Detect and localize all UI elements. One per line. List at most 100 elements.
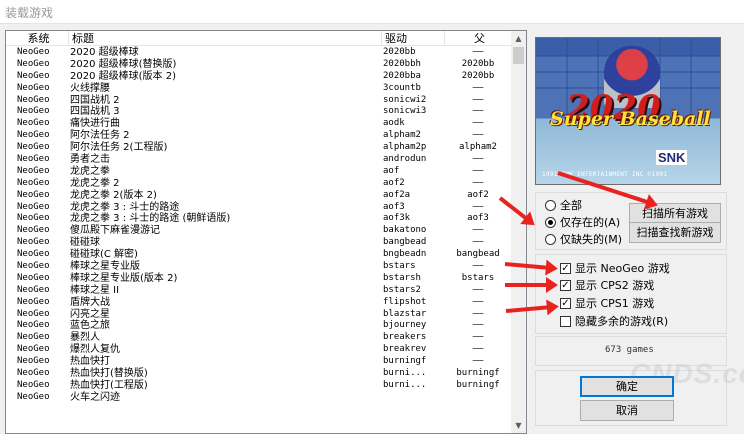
cell-system: NeoGeo — [17, 58, 50, 69]
window-title: 装载游戏 — [5, 6, 54, 20]
cell-title: 2020 超级棒球 — [70, 47, 139, 58]
cell-parent: bstars — [461, 272, 495, 283]
vertical-scrollbar[interactable]: ▲ ▼ — [511, 31, 526, 433]
radio-missing-indicator[interactable] — [545, 233, 556, 245]
cell-driver: bngbeadn — [383, 249, 427, 260]
checkbox-neogeo[interactable]: ✓ 显示 NeoGeo 游戏 — [560, 260, 670, 276]
list-item[interactable]: NeoGeo 闪亮之星 blazstar —— — [6, 309, 511, 321]
list-item[interactable]: NeoGeo 碰碰球 bangbead —— — [6, 237, 511, 249]
cell-driver: sonicwi2 — [383, 94, 427, 105]
list-item[interactable]: NeoGeo 龙虎之拳 3 : 斗士的路途 aof3 —— — [6, 202, 511, 214]
list-item[interactable]: NeoGeo 热血快打(工程版) burni... burningf — [6, 380, 511, 392]
checkbox-neogeo-box[interactable]: ✓ — [560, 262, 571, 274]
radio-all-indicator[interactable] — [545, 199, 556, 211]
cell-parent: —— — [472, 201, 484, 212]
scroll-down-icon[interactable]: ▼ — [511, 418, 526, 433]
cell-parent: aof2 — [467, 189, 489, 200]
list-item[interactable]: NeoGeo 热血快打 burningf —— — [6, 356, 511, 368]
list-item[interactable]: NeoGeo 2020 超级棒球(替换版) 2020bbh 2020bb — [6, 59, 511, 71]
cell-system: NeoGeo — [17, 189, 50, 200]
cell-title: 盾牌大战 — [70, 296, 110, 308]
cancel-button[interactable]: 取消 — [580, 400, 674, 421]
list-item[interactable]: NeoGeo 阿尔法任务 2 alpham2 —— — [6, 130, 511, 142]
checkbox-cps2-box[interactable]: ✓ — [560, 279, 571, 291]
list-item[interactable]: NeoGeo 暴烈人 breakers —— — [6, 332, 511, 344]
list-item[interactable]: NeoGeo 龙虎之拳 aof —— — [6, 166, 511, 178]
list-item[interactable]: NeoGeo 爆烈人复仇 breakrev —— — [6, 344, 511, 356]
cell-system: NeoGeo — [17, 70, 50, 81]
cell-system: NeoGeo — [17, 332, 50, 343]
cell-system: NeoGeo — [17, 154, 50, 165]
radio-available-indicator[interactable] — [545, 216, 556, 228]
radio-available[interactable]: 仅存在的(A) — [545, 214, 620, 230]
arrow-icon — [505, 277, 558, 293]
cell-title: 傻瓜殿下麻雀漫游记 — [70, 225, 160, 237]
column-header-title[interactable]: 标题 — [69, 31, 382, 46]
list-item[interactable]: NeoGeo 蓝色之旅 bjourney —— — [6, 320, 511, 332]
list-item[interactable]: NeoGeo 痛快进行曲 aodk —— — [6, 118, 511, 130]
cell-parent: —— — [472, 94, 484, 105]
list-item[interactable]: NeoGeo 龙虎之拳 2(版本 2) aof2a aof2 — [6, 190, 511, 202]
cell-driver: aof3 — [383, 201, 405, 212]
checkbox-cps2[interactable]: ✓ 显示 CPS2 游戏 — [560, 277, 654, 293]
list-item[interactable]: NeoGeo 碰碰球(C 解密) bngbeadn bangbead — [6, 249, 511, 261]
cell-title: 龙虎之拳 3 : 斗士的路途 (朝鲜语版) — [70, 213, 231, 225]
radio-missing[interactable]: 仅缺失的(M) — [545, 231, 622, 247]
cell-driver: breakers — [383, 332, 427, 343]
cell-title: 2020 超级棒球(替换版) — [70, 58, 177, 70]
cell-system: NeoGeo — [17, 201, 50, 212]
list-item[interactable]: NeoGeo 热血快打(替换版) burni... burningf — [6, 368, 511, 380]
scan-new-button[interactable]: 扫描查找新游戏 — [629, 222, 721, 243]
list-item[interactable]: NeoGeo 四国战机 3 sonicwi3 —— — [6, 106, 511, 118]
checkbox-cps1[interactable]: ✓ 显示 CPS1 游戏 — [560, 295, 654, 311]
list-item[interactable]: NeoGeo 火线撑腰 3countb —— — [6, 83, 511, 95]
radio-all[interactable]: 全部 — [545, 197, 582, 213]
list-item[interactable]: NeoGeo 火车之闪迹 — [6, 392, 511, 404]
cell-title: 碰碰球 — [70, 237, 100, 249]
checkbox-hide-label: 隐藏多余的游戏(R) — [575, 315, 669, 328]
game-list[interactable]: 系统 标题 驱动 父 NeoGeo 2020 超级棒球 2020bb —— NeoGeo… — [5, 30, 527, 434]
scan-all-button[interactable]: 扫描所有游戏 — [629, 203, 721, 224]
list-item[interactable]: NeoGeo 2020 超级棒球(版本 2) 2020bba 2020bb — [6, 71, 511, 83]
checkbox-hide-box[interactable] — [560, 315, 571, 327]
column-header-driver[interactable]: 驱动 — [382, 31, 445, 46]
cell-system: NeoGeo — [17, 177, 50, 188]
cell-parent: 2020bb — [461, 70, 495, 81]
cell-title: 暴烈人 — [70, 332, 100, 344]
cell-parent: —— — [472, 177, 484, 188]
list-item[interactable]: NeoGeo 龙虎之拳 3 : 斗士的路途 (朝鲜语版) aof3k aof3 — [6, 213, 511, 225]
cell-driver: 2020bbh — [383, 58, 421, 69]
list-item[interactable]: NeoGeo 棒球之星专业版 bstars —— — [6, 261, 511, 273]
cell-title: 火线撑腰 — [70, 82, 110, 94]
scroll-thumb[interactable] — [513, 47, 524, 64]
list-item[interactable]: NeoGeo 阿尔法任务 2(工程版) alpham2p alpham2 — [6, 142, 511, 154]
cell-parent: alpham2 — [459, 142, 497, 153]
list-item[interactable]: NeoGeo 四国战机 2 sonicwi2 —— — [6, 95, 511, 107]
cell-title: 龙虎之拳 3 : 斗士的路途 — [70, 201, 180, 213]
list-item[interactable]: NeoGeo 勇者之击 androdun —— — [6, 154, 511, 166]
list-item[interactable]: NeoGeo 棒球之星 II bstars2 —— — [6, 285, 511, 297]
checkbox-hide[interactable]: 隐藏多余的游戏(R) — [560, 313, 668, 329]
scroll-up-icon[interactable]: ▲ — [511, 31, 526, 46]
cell-parent: aof3 — [467, 213, 489, 224]
cell-title: 四国战机 2 — [70, 94, 120, 106]
cell-title: 蓝色之旅 — [70, 320, 110, 332]
column-header-system[interactable]: 系统 — [6, 31, 69, 46]
cell-parent: —— — [472, 154, 484, 165]
checkbox-cps1-box[interactable]: ✓ — [560, 297, 571, 309]
list-item[interactable]: NeoGeo 龙虎之拳 2 aof2 —— — [6, 178, 511, 190]
list-item[interactable]: NeoGeo 棒球之星专业版(版本 2) bstarsh bstars — [6, 273, 511, 285]
cell-system: NeoGeo — [17, 261, 50, 272]
list-item[interactable]: NeoGeo 傻瓜殿下麻雀漫游记 bakatono —— — [6, 225, 511, 237]
cell-title: 爆烈人复仇 — [70, 344, 120, 356]
cell-driver: breakrev — [383, 344, 427, 355]
list-item[interactable]: NeoGeo 2020 超级棒球 2020bb —— — [6, 47, 511, 59]
column-header-parent[interactable]: 父 — [445, 31, 511, 46]
cell-parent: —— — [472, 237, 484, 248]
cell-parent: —— — [472, 165, 484, 176]
ok-button[interactable]: 确定 — [580, 376, 674, 397]
cell-driver: bstarsh — [383, 272, 421, 283]
list-item[interactable]: NeoGeo 盾牌大战 flipshot —— — [6, 297, 511, 309]
preview-title: Super Baseball — [550, 108, 711, 130]
list-rows: NeoGeo 2020 超级棒球 2020bb —— NeoGeo 2020 超级棒球(替… — [6, 47, 511, 404]
